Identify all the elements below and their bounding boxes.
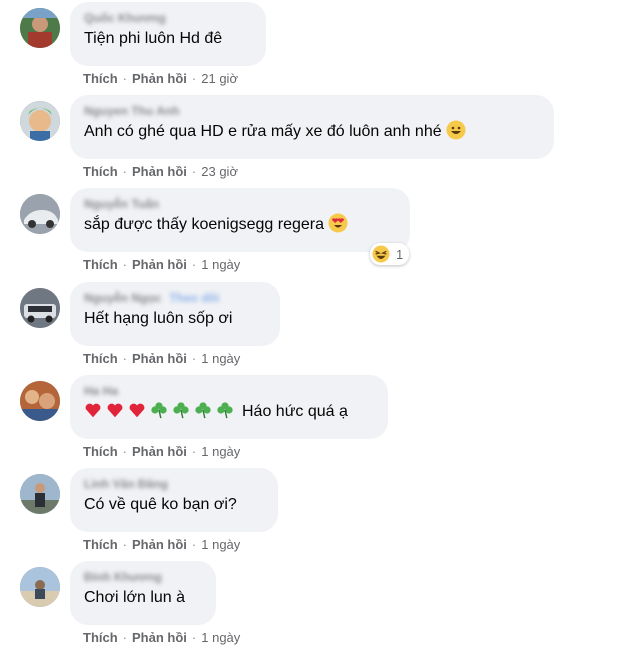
laughing-face-icon	[372, 245, 390, 263]
separator: ·	[191, 630, 197, 645]
separator: ·	[191, 537, 197, 552]
separator: ·	[122, 257, 128, 272]
reply-link[interactable]: Phản hồi	[132, 71, 187, 86]
comment-item: Nguyễn Tuấn sắp được thấy koenigsegg reg…	[0, 188, 640, 281]
reply-link[interactable]: Phản hồi	[132, 630, 187, 645]
like-link[interactable]: Thích	[83, 537, 118, 552]
comment-text-content: Anh có ghé qua HD e rửa mấy xe đó luôn a…	[84, 123, 442, 140]
avatar[interactable]	[20, 8, 60, 48]
timestamp[interactable]: 1 ngày	[201, 444, 240, 459]
like-link[interactable]: Thích	[83, 630, 118, 645]
separator: ·	[191, 164, 197, 179]
timestamp[interactable]: 21 giờ	[201, 71, 238, 86]
grinning-face-icon	[446, 120, 466, 140]
reply-link[interactable]: Phản hồi	[132, 164, 187, 179]
comment-actions: Thích · Phản hồi · 21 giờ	[83, 71, 238, 86]
separator: ·	[122, 444, 128, 459]
avatar[interactable]	[20, 474, 60, 514]
comment-actions: Thích · Phản hồi · 1 ngày	[83, 257, 240, 272]
comment-actions: Thích · Phản hồi · 1 ngày	[83, 351, 240, 366]
separator: ·	[191, 257, 197, 272]
reaction-badge[interactable]: 1	[370, 243, 410, 265]
comment-actions: Thích · Phản hồi · 1 ngày	[83, 630, 240, 645]
shamrock-icon	[195, 402, 211, 419]
shamrock-icon	[173, 402, 189, 419]
comment-text: Háo hức quá ạ	[84, 399, 374, 425]
avatar[interactable]	[20, 194, 60, 234]
comment-item: Ha Ha Háo hức quá ạ Thích · Phản hồi · 1 ngà…	[0, 375, 640, 468]
comment-bubble: Nguyễn Ngọc Theo dõi Hết hạng luôn sốp ơi	[70, 282, 280, 346]
avatar[interactable]	[20, 288, 60, 328]
comment-text: Anh có ghé qua HD e rửa mấy xe đó luôn a…	[84, 119, 540, 145]
comment-actions: Thích · Phản hồi · 1 ngày	[83, 537, 240, 552]
commenter-name[interactable]: Nguyễn Ngọc Theo dõi	[84, 290, 266, 306]
comment-item: Đinh Khương Chơi lớn lun à Thích · Phản hồ…	[0, 561, 640, 654]
red-heart-icon	[107, 403, 123, 418]
comment-bubble: Nguyen Thu Anh Anh có ghé qua HD e rửa m…	[70, 95, 554, 159]
heart-eyes-icon	[328, 213, 348, 233]
reply-link[interactable]: Phản hồi	[132, 537, 187, 552]
timestamp[interactable]: 1 ngày	[201, 630, 240, 645]
red-heart-icon	[85, 403, 101, 418]
timestamp[interactable]: 1 ngày	[201, 257, 240, 272]
reply-link[interactable]: Phản hồi	[132, 444, 187, 459]
comment-text: Tiện phi luôn Hd đê	[84, 30, 223, 47]
timestamp[interactable]: 1 ngày	[201, 537, 240, 552]
commenter-name-text: Nguyễn Ngọc	[84, 291, 162, 305]
separator: ·	[191, 351, 197, 366]
comment-text-content: Háo hức quá ạ	[242, 403, 348, 420]
timestamp[interactable]: 23 giờ	[201, 164, 238, 179]
comment-item: Nguyen Thu Anh Anh có ghé qua HD e rửa m…	[0, 95, 640, 188]
separator: ·	[191, 444, 197, 459]
avatar[interactable]	[20, 101, 60, 141]
like-link[interactable]: Thích	[83, 444, 118, 459]
comment-actions: Thích · Phản hồi · 23 giờ	[83, 164, 238, 179]
shamrock-icon	[151, 402, 167, 419]
like-link[interactable]: Thích	[83, 164, 118, 179]
separator: ·	[122, 71, 128, 86]
shamrock-icon	[217, 402, 233, 419]
separator: ·	[122, 164, 128, 179]
like-link[interactable]: Thích	[83, 71, 118, 86]
avatar[interactable]	[20, 381, 60, 421]
reply-link[interactable]: Phản hồi	[132, 257, 187, 272]
commenter-name[interactable]: Quốc Khương	[84, 10, 252, 26]
avatar[interactable]	[20, 567, 60, 607]
comment-text: Có về quê ko bạn ơi?	[84, 496, 237, 513]
follow-tag[interactable]: Theo dõi	[169, 291, 219, 305]
comment-text-content: sắp được thấy koenigsegg regera	[84, 216, 325, 233]
comment-bubble: Ha Ha Háo hức quá ạ	[70, 375, 388, 439]
commenter-name[interactable]: Đinh Khương	[84, 569, 202, 585]
like-link[interactable]: Thích	[83, 257, 118, 272]
comment-text: Chơi lớn lun à	[84, 589, 186, 606]
comment-bubble: Linh Văn Đăng Có về quê ko bạn ơi?	[70, 468, 278, 532]
comment-text: sắp được thấy koenigsegg regera	[84, 212, 396, 238]
reaction-count: 1	[396, 246, 404, 262]
commenter-name[interactable]: Ha Ha	[84, 383, 374, 399]
timestamp[interactable]: 1 ngày	[201, 351, 240, 366]
comment-item: Quốc Khương Tiện phi luôn Hd đê Thích · Ph…	[0, 2, 640, 95]
comment-item: Nguyễn Ngọc Theo dõi Hết hạng luôn sốp ơi…	[0, 282, 640, 375]
commenter-name[interactable]: Linh Văn Đăng	[84, 476, 264, 492]
comment-actions: Thích · Phản hồi · 1 ngày	[83, 444, 240, 459]
separator: ·	[122, 630, 128, 645]
like-link[interactable]: Thích	[83, 351, 118, 366]
comment-bubble: Nguyễn Tuấn sắp được thấy koenigsegg reg…	[70, 188, 410, 252]
separator: ·	[122, 351, 128, 366]
comment-bubble: Đinh Khương Chơi lớn lun à	[70, 561, 216, 625]
red-heart-icon	[129, 403, 145, 418]
separator: ·	[122, 537, 128, 552]
comment-bubble: Quốc Khương Tiện phi luôn Hd đê	[70, 2, 266, 66]
commenter-name[interactable]: Nguyen Thu Anh	[84, 103, 540, 119]
reply-link[interactable]: Phản hồi	[132, 351, 187, 366]
separator: ·	[191, 71, 197, 86]
comment-item: Linh Văn Đăng Có về quê ko bạn ơi? Thích…	[0, 468, 640, 561]
commenter-name[interactable]: Nguyễn Tuấn	[84, 196, 396, 212]
comment-text: Hết hạng luôn sốp ơi	[84, 310, 233, 327]
